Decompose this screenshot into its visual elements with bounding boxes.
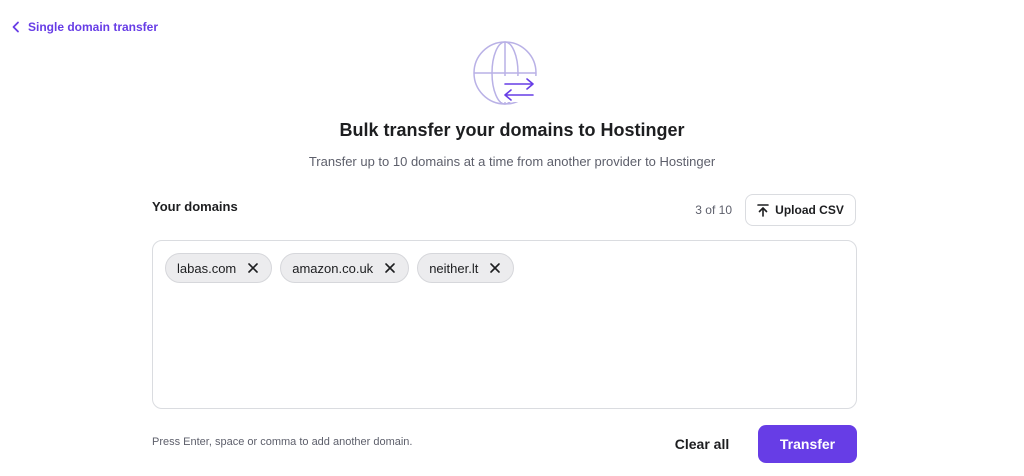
close-icon[interactable]: [246, 261, 260, 275]
domain-counter: 3 of 10: [695, 203, 732, 217]
back-link[interactable]: Single domain transfer: [10, 17, 158, 37]
input-hint: Press Enter, space or comma to add anoth…: [152, 436, 413, 448]
domain-chip: neither.lt: [417, 253, 515, 283]
domain-chip-list: labas.com amazon.co.uk neither.lt: [165, 253, 844, 283]
domain-chip-label: amazon.co.uk: [292, 260, 374, 276]
close-icon[interactable]: [383, 261, 397, 275]
domain-chip: amazon.co.uk: [280, 253, 410, 283]
chevron-left-icon: [10, 21, 22, 33]
globe-transfer-icon: [471, 40, 539, 108]
domain-chip: labas.com: [165, 253, 273, 283]
bulk-transfer-page: Single domain transfer Bulk transfer you…: [0, 0, 1024, 476]
domains-input-area[interactable]: labas.com amazon.co.uk neither.lt: [152, 240, 857, 409]
upload-csv-button[interactable]: Upload CSV: [745, 194, 856, 226]
page-subtitle: Transfer up to 10 domains at a time from…: [308, 154, 716, 169]
page-title: Bulk transfer your domains to Hostinger: [339, 120, 685, 140]
domain-chip-label: labas.com: [177, 260, 237, 276]
domains-label: Your domains: [152, 199, 238, 214]
upload-csv-label: Upload CSV: [775, 203, 844, 217]
back-link-label: Single domain transfer: [28, 20, 159, 34]
clear-all-button[interactable]: Clear all: [664, 425, 740, 463]
domain-chip-label: neither.lt: [429, 260, 479, 276]
transfer-button[interactable]: Transfer: [758, 425, 857, 463]
upload-icon: [757, 203, 769, 217]
close-icon[interactable]: [488, 261, 502, 275]
